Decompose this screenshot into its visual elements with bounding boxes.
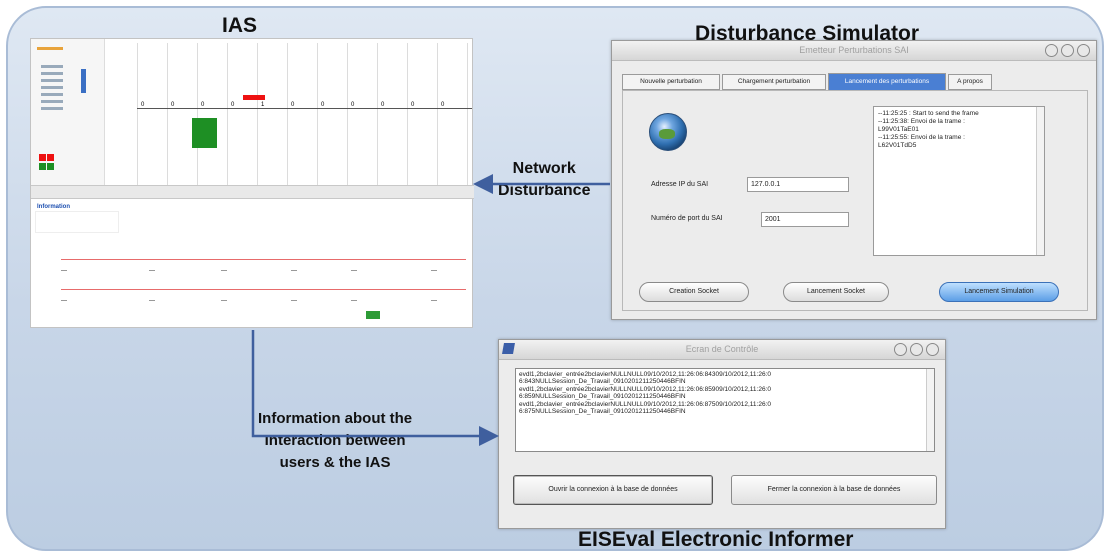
interaction-information-arrow [251,330,499,446]
flow-arrows [251,174,610,446]
